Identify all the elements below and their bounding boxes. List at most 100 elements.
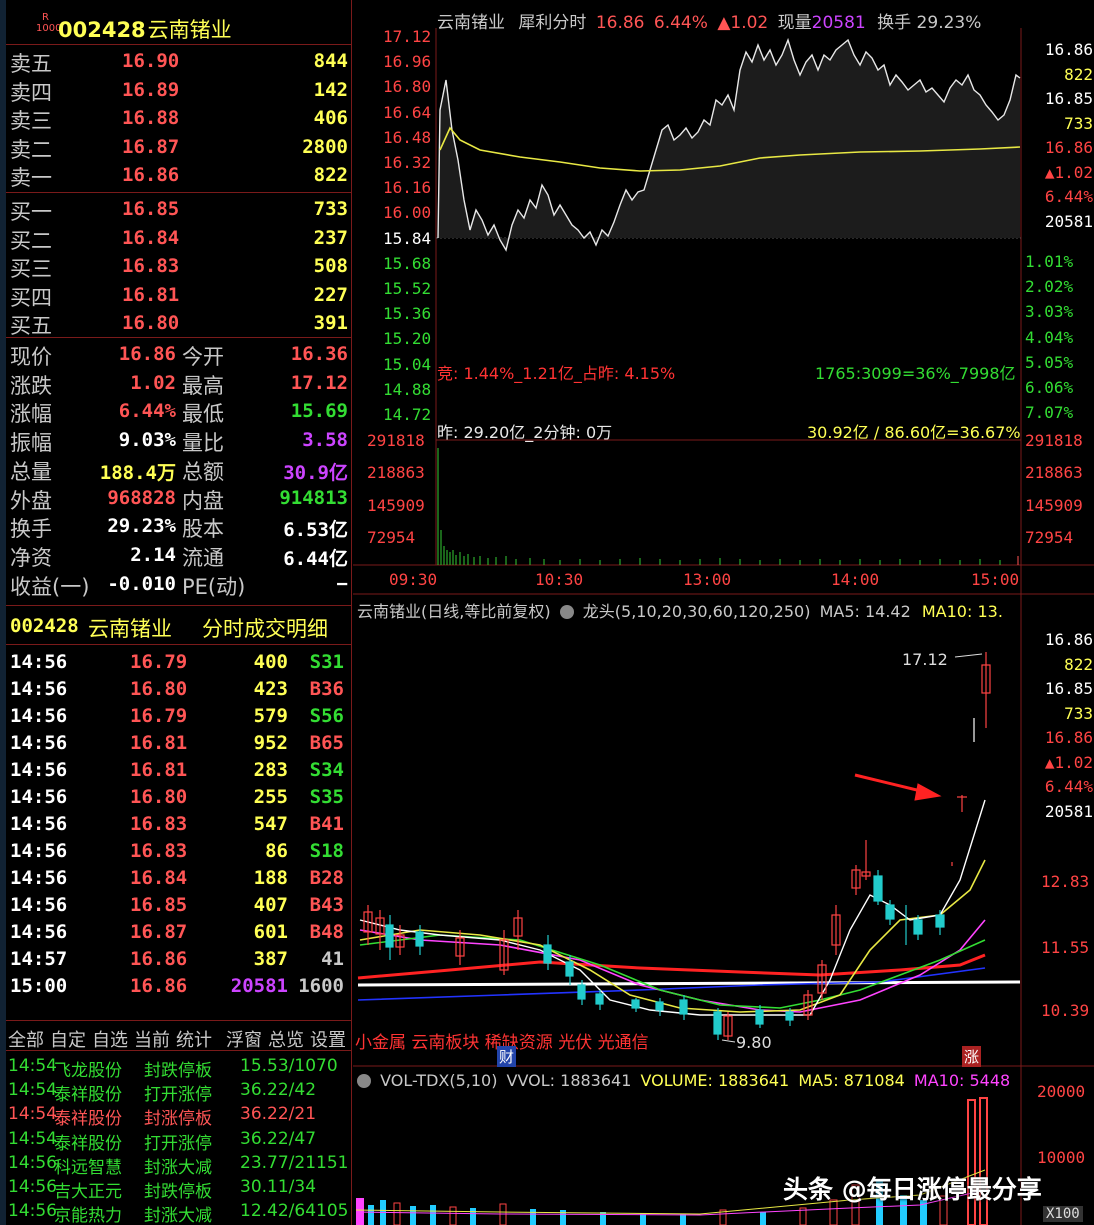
time-tick: 13:00 bbox=[683, 570, 732, 589]
price-tick: 16.00 bbox=[383, 203, 432, 223]
stat-value: 3.58 bbox=[302, 429, 348, 452]
ask-row[interactable]: 卖二 16.87 2800 bbox=[6, 133, 352, 162]
level-label: 买四 bbox=[10, 285, 52, 310]
alert-row[interactable]: 14:56 京能热力 封涨大减 12.42/64105 bbox=[8, 1201, 352, 1225]
tick-volume: 407 bbox=[253, 894, 288, 916]
tab-7[interactable]: 设置 bbox=[310, 1026, 346, 1052]
alert-name: 科远智慧 bbox=[54, 1157, 122, 1178]
alert-value: 36.22/42 bbox=[240, 1080, 317, 1101]
alert-row[interactable]: 14:54 泰祥股份 打开涨停 36.22/47 bbox=[8, 1129, 352, 1154]
tick-time: 14:56 bbox=[10, 678, 68, 700]
stat-label: 总量 bbox=[10, 459, 52, 484]
low-label: 9.80 bbox=[736, 1033, 772, 1052]
bid-row[interactable]: 买五 16.80 391 bbox=[6, 309, 352, 338]
stat-row: 现价 16.86 今开 16.36 bbox=[6, 340, 352, 369]
stat-row: 振幅 9.03% 量比 3.58 bbox=[6, 426, 352, 455]
tick-num: 48 bbox=[321, 921, 344, 943]
alert-time: 14:54 bbox=[8, 1080, 57, 1101]
stat-label: 内盘 bbox=[182, 488, 224, 513]
alert-row[interactable]: 14:56 吉大正元 封跌停板 30.11/34 bbox=[8, 1177, 352, 1202]
vol-tick-right: 72954 bbox=[1025, 527, 1074, 547]
bid-row[interactable]: 买四 16.81 227 bbox=[6, 281, 352, 310]
stat-value: 914813 bbox=[279, 486, 348, 509]
tick-count: S31 bbox=[310, 651, 344, 673]
alert-value: 23.77/21151 bbox=[240, 1152, 349, 1173]
tick-price: 16.79 bbox=[130, 705, 188, 727]
ask-row[interactable]: 卖一 16.86 822 bbox=[6, 161, 352, 190]
bid-row[interactable]: 买三 16.83 508 bbox=[6, 252, 352, 281]
vol-tick: 145909 bbox=[367, 495, 425, 515]
tab-3[interactable]: 当前 bbox=[134, 1026, 170, 1052]
tab-0[interactable]: 全部 bbox=[8, 1026, 44, 1052]
dropdown-icon[interactable] bbox=[559, 605, 574, 619]
stat-label: 净资 bbox=[10, 545, 52, 570]
stat-row: 净资 2.14 流通 6.44亿 bbox=[6, 541, 352, 570]
tick-row: 14:56 16.80 423 B36 bbox=[6, 675, 352, 703]
tick-num: 41 bbox=[321, 948, 344, 970]
alert-row[interactable]: 14:54 泰祥股份 打开涨停 36.22/42 bbox=[8, 1080, 352, 1105]
vol-tick-right: 291818 bbox=[1025, 431, 1083, 450]
tick-price: 16.80 bbox=[130, 786, 188, 808]
tab-6[interactable]: 总览 bbox=[268, 1026, 304, 1052]
vol-axis-10000: 10000 bbox=[1037, 1148, 1086, 1167]
tab-5[interactable]: 浮窗 bbox=[226, 1026, 262, 1052]
price-tick: 16.80 bbox=[383, 77, 432, 97]
alert-time: 14:56 bbox=[8, 1201, 57, 1222]
tick-count: B36 bbox=[310, 678, 344, 700]
tick-volume: 400 bbox=[253, 651, 288, 673]
daily-axis-tick: 10.39 bbox=[1041, 1001, 1090, 1020]
tick-row: 14:56 16.80 255 S35 bbox=[6, 783, 352, 811]
stat-label: 涨跌 bbox=[10, 373, 52, 398]
ask-row[interactable]: 卖五 16.90 844 bbox=[6, 47, 352, 76]
tick-num: 28 bbox=[321, 867, 344, 889]
price-tick: 15.20 bbox=[383, 329, 432, 349]
tab-1[interactable]: 自定 bbox=[50, 1026, 86, 1052]
ticks-header: 002428 云南锗业 分时成交明细 bbox=[10, 615, 328, 641]
stat-row: 涨幅 6.44% 最低 15.69 bbox=[6, 397, 352, 426]
level-volume: 822 bbox=[313, 164, 348, 187]
tick-num: 35 bbox=[321, 786, 344, 808]
ask-row[interactable]: 卖三 16.88 406 bbox=[6, 104, 352, 133]
right-quote-item: 16.86 bbox=[1044, 40, 1093, 59]
stat-label: 换手 bbox=[10, 517, 52, 542]
tick-count: S18 bbox=[310, 840, 344, 862]
tick-volume: 387 bbox=[253, 948, 288, 970]
ask-row[interactable]: 卖四 16.89 142 bbox=[6, 76, 352, 105]
bid-row[interactable]: 买二 16.84 237 bbox=[6, 224, 352, 253]
alert-row[interactable]: 14:54 泰祥股份 封涨停板 36.22/21 bbox=[8, 1104, 352, 1130]
tick-volume: 86 bbox=[265, 840, 288, 862]
pct-tick: 1.01% bbox=[1025, 252, 1074, 271]
volume-header: VOL-TDX(5,10) VVOL: 1883641 VOLUME: 1883… bbox=[357, 1071, 1010, 1090]
right-quote-item: 822 bbox=[1064, 654, 1093, 674]
tab-4[interactable]: 统计 bbox=[176, 1026, 212, 1052]
tick-num: 36 bbox=[321, 678, 344, 700]
stat-value: 16.86 bbox=[118, 343, 176, 365]
alert-row[interactable]: 14:54 飞龙股份 封跌停板 15.53/1070 bbox=[8, 1056, 352, 1081]
stat-label: 股本 bbox=[182, 517, 224, 542]
tick-count: B48 bbox=[310, 921, 344, 943]
tick-time: 14:56 bbox=[10, 813, 68, 835]
time-tick: 10:30 bbox=[535, 570, 584, 589]
rise-mark[interactable]: 涨 bbox=[962, 1046, 982, 1067]
alert-row[interactable]: 14:56 科远智慧 封涨大减 23.77/21151 bbox=[8, 1152, 352, 1178]
alert-time: 14:56 bbox=[8, 1152, 57, 1173]
vol-axis-20000: 20000 bbox=[1037, 1082, 1086, 1101]
alert-name: 泰祥股份 bbox=[54, 1109, 122, 1130]
right-quote-item: ▲1.02 bbox=[1044, 162, 1093, 182]
price-tick: 14.72 bbox=[383, 405, 432, 424]
stat-row: 外盘 968828 内盘 914813 bbox=[6, 484, 352, 513]
tab-2[interactable]: 自选 bbox=[92, 1026, 128, 1052]
alert-value: 12.42/64105 bbox=[240, 1201, 349, 1222]
fin-mark[interactable]: 财 bbox=[497, 1046, 517, 1067]
ratio-info: 1765:3099=36%_7998亿 bbox=[815, 364, 1016, 383]
stat-value: 2.14 bbox=[130, 543, 176, 566]
tick-price: 16.83 bbox=[130, 840, 188, 862]
stat-label: 外盘 bbox=[10, 488, 52, 513]
tick-row: 15:00 16.86 20581 1600 bbox=[6, 972, 352, 1000]
red-arrow bbox=[854, 773, 942, 801]
bid-row[interactable]: 买一 16.85 733 bbox=[6, 195, 352, 224]
left-panel: R 1000 002428云南锗业 卖五 16.90 844 卖四 16.89 142 卖三 1… bbox=[0, 0, 352, 1225]
pct-tick: 7.07% bbox=[1025, 403, 1074, 423]
dropdown-icon-2[interactable] bbox=[357, 1074, 371, 1088]
tick-row: 14:56 16.83 547 B41 bbox=[6, 810, 352, 838]
